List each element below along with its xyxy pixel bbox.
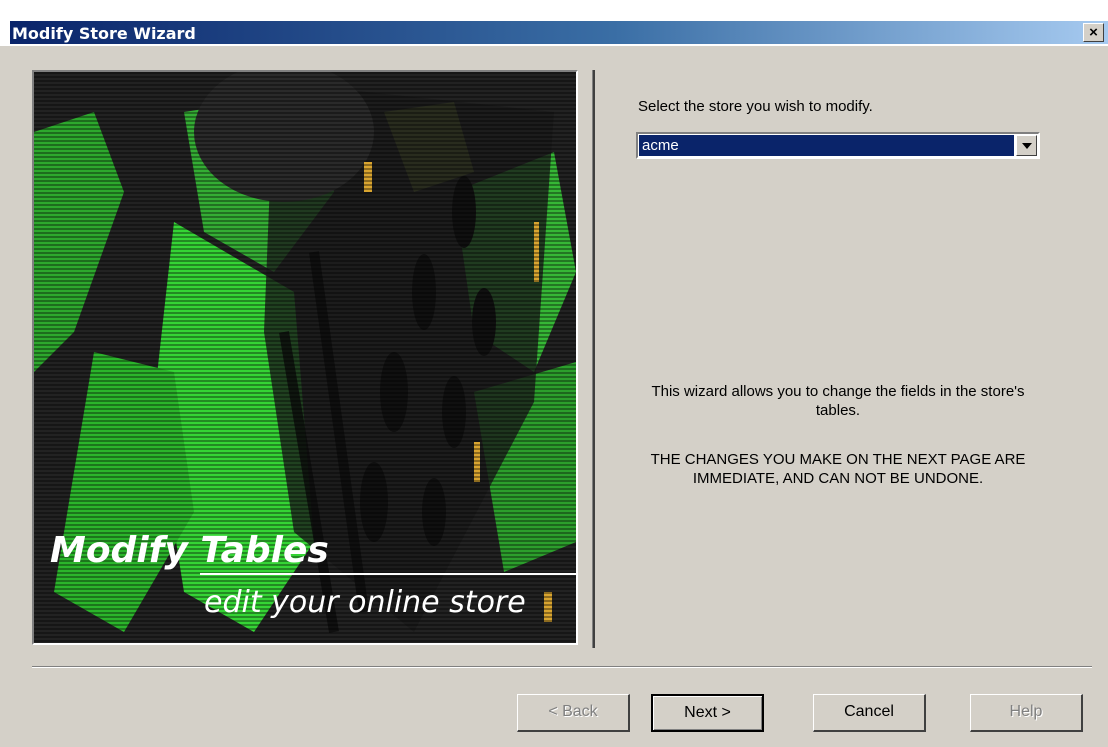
store-dropdown[interactable]: acme — [636, 132, 1040, 159]
banner-artwork: Modify Tables edit your online store — [34, 72, 576, 643]
horizontal-divider — [32, 666, 1092, 668]
store-dropdown-value[interactable]: acme — [639, 135, 1014, 156]
wizard-banner-image: Modify Tables edit your online store — [32, 70, 578, 645]
store-select-label: Select the store you wish to modify. — [638, 98, 873, 115]
cancel-button[interactable]: Cancel — [813, 694, 926, 732]
window-titlebar: Modify Store Wizard × — [0, 0, 1108, 46]
wizard-warning: THE CHANGES YOU MAKE ON THE NEXT PAGE AR… — [650, 451, 1026, 487]
close-icon[interactable]: × — [1083, 23, 1104, 42]
back-button[interactable]: < Back — [517, 694, 630, 732]
banner-title: Modify Tables — [50, 530, 329, 571]
window-title: Modify Store Wizard — [12, 24, 196, 43]
wizard-description: This wizard allows you to change the fie… — [651, 383, 1025, 419]
vertical-divider — [592, 70, 595, 648]
banner-subtitle: edit your online store — [204, 585, 526, 620]
chevron-down-icon[interactable] — [1016, 135, 1037, 156]
help-button[interactable]: Help — [970, 694, 1083, 732]
next-button[interactable]: Next > — [651, 694, 764, 732]
